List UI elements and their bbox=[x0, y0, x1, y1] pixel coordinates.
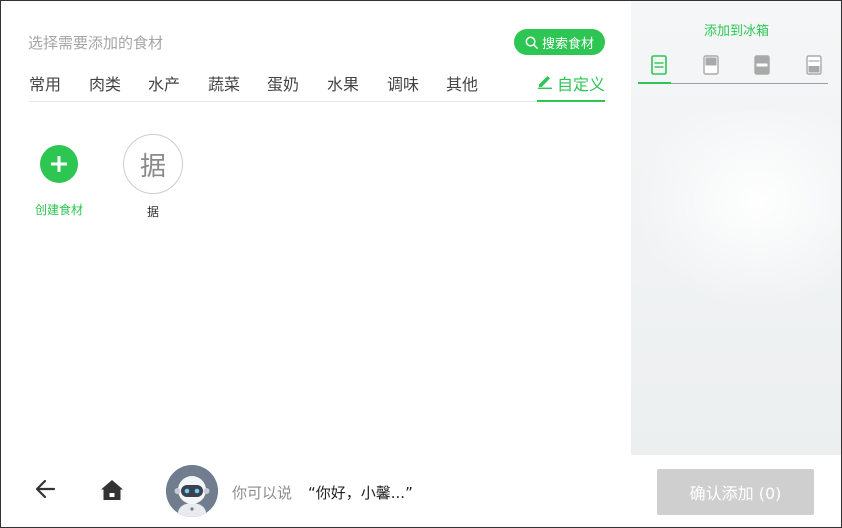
custom-ingredient-item[interactable]: 据 据 bbox=[123, 134, 183, 220]
tab-seafood[interactable]: 水产 bbox=[148, 71, 180, 95]
page-title: 选择需要添加的食材 bbox=[28, 34, 164, 52]
pencil-icon bbox=[538, 76, 552, 89]
ingredient-label: 据 bbox=[146, 205, 159, 219]
fridge-top-icon[interactable] bbox=[703, 55, 719, 75]
category-tabs: 常用 肉类 水产 蔬菜 蛋奶 水果 调味 其他 自定义 bbox=[29, 71, 605, 102]
search-icon bbox=[525, 36, 538, 49]
tab-custom[interactable]: 自定义 bbox=[537, 71, 605, 102]
tab-custom-label: 自定义 bbox=[557, 75, 606, 94]
tab-meat[interactable]: 肉类 bbox=[89, 71, 121, 95]
tab-vegetables[interactable]: 蔬菜 bbox=[208, 71, 240, 95]
tab-common[interactable]: 常用 bbox=[29, 71, 61, 95]
create-ingredient-label: 创建食材 bbox=[34, 203, 83, 217]
ingredient-panel: 选择需要添加的食材 搜索食材 常用 肉类 水产 蔬菜 蛋奶 水果 调味 其他 自… bbox=[1, 1, 630, 455]
app-frame: 选择需要添加的食材 搜索食材 常用 肉类 水产 蔬菜 蛋奶 水果 调味 其他 自… bbox=[0, 0, 842, 528]
voice-hint-label: 你可以说 bbox=[232, 484, 293, 502]
voice-hint-quote: “你好，小馨...” bbox=[308, 484, 413, 502]
ingredient-glyph: 据 bbox=[123, 134, 183, 194]
tab-other[interactable]: 其他 bbox=[446, 71, 478, 95]
tab-eggs-dairy[interactable]: 蛋奶 bbox=[267, 71, 299, 95]
create-ingredient-button[interactable]: 创建食材 bbox=[29, 141, 89, 218]
search-button-label: 搜索食材 bbox=[541, 36, 594, 52]
fridge-bottom-icon[interactable] bbox=[806, 55, 822, 75]
fridge-section-tabs bbox=[638, 51, 828, 84]
tab-fruit[interactable]: 水果 bbox=[327, 71, 359, 95]
fridge-middle-icon[interactable] bbox=[754, 55, 770, 75]
fridge-panel: 添加到冰箱 bbox=[631, 1, 841, 455]
plus-icon bbox=[40, 145, 78, 183]
home-icon[interactable] bbox=[99, 477, 125, 503]
assistant-avatar[interactable] bbox=[166, 465, 218, 517]
back-arrow-icon[interactable] bbox=[34, 478, 56, 500]
bottom-bar: 你可以说 “你好，小馨...” 确认添加 (0) bbox=[1, 455, 841, 527]
confirm-add-button[interactable]: 确认添加 (0) bbox=[657, 469, 814, 515]
fridge-full-icon[interactable] bbox=[638, 55, 671, 84]
tab-seasoning[interactable]: 调味 bbox=[387, 71, 419, 95]
fridge-background bbox=[631, 111, 841, 311]
fridge-panel-title: 添加到冰箱 bbox=[703, 24, 769, 39]
search-ingredient-button[interactable]: 搜索食材 bbox=[514, 29, 605, 55]
